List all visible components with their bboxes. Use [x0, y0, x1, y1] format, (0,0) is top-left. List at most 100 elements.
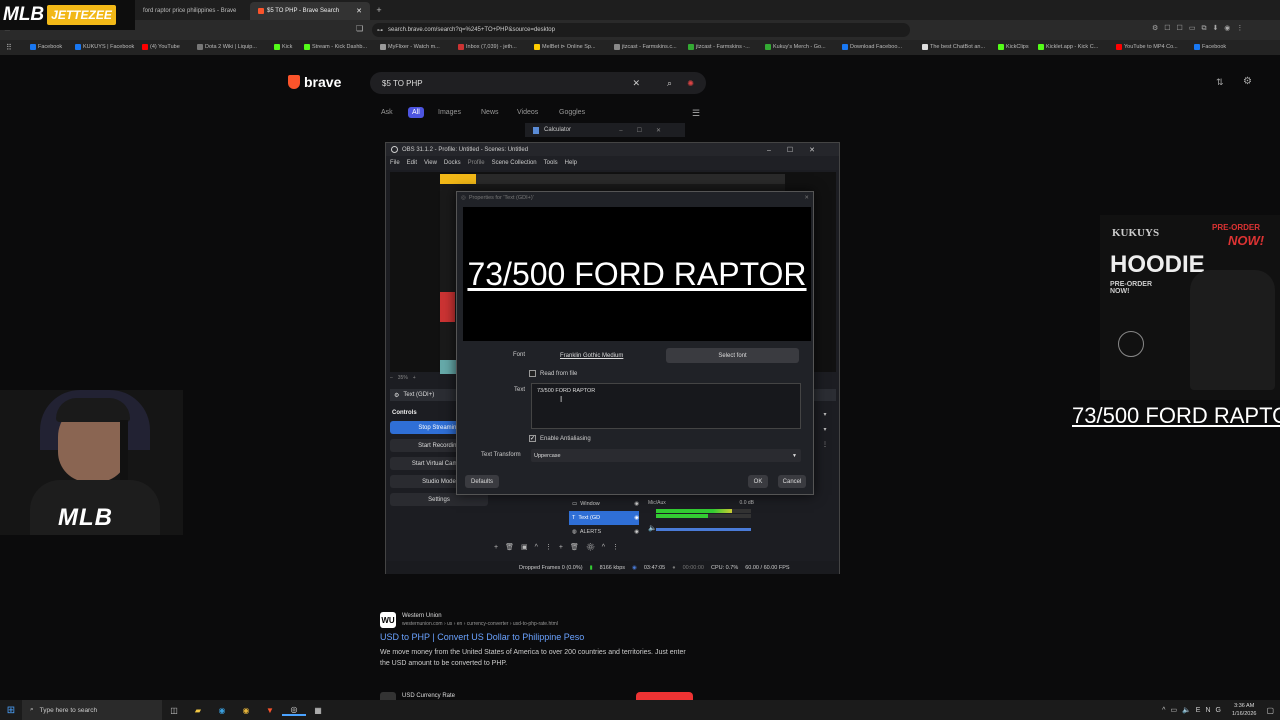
settings-icon[interactable]: ⚙ [1243, 76, 1252, 87]
result-title-link[interactable]: USD to PHP | Convert US Dollar to Philip… [380, 632, 584, 642]
search-query: $5 TO PHP [382, 78, 423, 88]
source-label: ALERTS [579, 529, 602, 535]
chrome-icon[interactable]: ◉ [234, 706, 258, 715]
apps-grid-icon[interactable]: ⠿ [6, 43, 12, 52]
eye-icon[interactable]: ◉ [634, 529, 639, 535]
bookmark-item[interactable]: Dota 2 Wiki | Liquip... [197, 44, 257, 50]
menu-help[interactable]: Help [565, 160, 577, 166]
search-input[interactable]: $5 TO PHP ✕ ⌕ ✺ [370, 72, 706, 94]
nav-images[interactable]: Images [438, 109, 461, 116]
dialog-title-bar[interactable]: ◎ Properties for 'Text (GDI+)' ✕ [457, 192, 813, 204]
close-tab-icon[interactable]: ✕ [356, 7, 362, 15]
antialias-checkbox[interactable]: ✓ Enable Antialiasing [529, 435, 591, 442]
select-font-button[interactable]: Select font [666, 348, 799, 363]
nav-news[interactable]: News [481, 109, 499, 116]
menu-scene-collection[interactable]: Scene Collection [492, 160, 537, 166]
menu-file[interactable]: File [390, 160, 400, 166]
speaker-icon[interactable]: 🔈 [648, 524, 657, 532]
source-item-text[interactable]: T Text (GD ◉ [569, 511, 639, 525]
cancel-button[interactable]: Cancel [778, 475, 806, 488]
text-input[interactable]: 73/500 FORD RAPTOR [531, 383, 801, 429]
zoom-out-icon[interactable]: – [390, 375, 393, 381]
calculator-window-title[interactable]: Calculator –☐✕ [525, 123, 685, 137]
windows-taskbar: ⊞ ⌕ Type here to search ◫ ▰ ◉ ◉ ▼ ◎ ▦ ^▭… [0, 700, 1280, 720]
zoom-in-icon[interactable]: + [413, 375, 416, 381]
calculator-taskbar-icon[interactable]: ▦ [306, 706, 330, 715]
menu-view[interactable]: View [424, 160, 437, 166]
next-result-site[interactable]: USD Currency Rate [402, 693, 455, 699]
zoom-level: 35% [397, 375, 408, 381]
tab-brave-search[interactable]: $5 TO PHP - Brave Search ✕ [250, 2, 370, 20]
obs-window-controls[interactable]: –☐✕ [767, 146, 839, 154]
bookmark-item[interactable]: Facebook [1194, 44, 1226, 50]
menu-docks[interactable]: Docks [444, 160, 461, 166]
record-time: 00:00:00 [682, 564, 704, 571]
bookmark-item[interactable]: Stream - Kick Dashb... [304, 44, 367, 50]
close-dialog-icon[interactable]: ✕ [804, 195, 813, 201]
tab-ford-raptor[interactable]: ford raptor price philippines - Brave [135, 2, 247, 20]
window-controls[interactable]: –☐✕ [619, 127, 685, 134]
tab-label: $5 TO PHP - Brave Search [267, 8, 340, 14]
result-favicon: WU [380, 612, 396, 628]
edge-icon[interactable]: ◉ [210, 706, 234, 715]
explorer-icon[interactable]: ▰ [186, 706, 210, 715]
bookmark-item[interactable]: Download Faceboo... [842, 44, 902, 50]
system-tray-icons[interactable]: ^▭🔈ENG [1162, 706, 1226, 714]
notification-icon[interactable]: ▢ [1266, 706, 1280, 715]
nav-goggles[interactable]: Goggles [559, 109, 585, 116]
bookmark-item[interactable]: MyFlixer - Watch m... [380, 44, 440, 50]
ad-brand: KUKUYS [1112, 227, 1160, 239]
text-transform-select[interactable]: Uppercase ▼ [531, 449, 801, 462]
source-item-alerts[interactable]: ◍ ALERTS ◉ [569, 525, 639, 539]
nav-ask[interactable]: Ask [381, 109, 393, 116]
menu-edit[interactable]: Edit [407, 160, 417, 166]
bookmark-item[interactable]: Kukuy's Merch - Go... [765, 44, 826, 50]
bookmark-item[interactable]: Inbox (7,039) - jeth... [458, 44, 517, 50]
brave-taskbar-icon[interactable]: ▼ [258, 706, 282, 715]
result-site-name[interactable]: Western Union [402, 613, 442, 619]
bookmark-item[interactable]: YouTube to MP4 Co... [1116, 44, 1178, 50]
site-info-icon: ⊶ [377, 27, 383, 34]
source-item-window[interactable]: ▭ Window ◉ [569, 497, 639, 511]
menu-tools[interactable]: Tools [544, 160, 558, 166]
gear-icon[interactable]: ⚙ [394, 392, 399, 399]
bookmark-label: (4) YouTube [150, 44, 180, 50]
clear-search-icon[interactable]: ✕ [632, 78, 640, 89]
nav-all[interactable]: All [408, 107, 424, 118]
ok-button[interactable]: OK [748, 475, 768, 488]
bookmark-item[interactable]: jtzcast - Farmskins.c... [614, 44, 677, 50]
bookmark-icon[interactable]: ❏ [356, 24, 363, 33]
bookmark-item[interactable]: The best ChatBot an... [922, 44, 985, 50]
filter-icon[interactable]: ☰ [692, 108, 700, 119]
volume-slider[interactable] [656, 528, 751, 531]
bookmark-item[interactable]: Kick [274, 44, 292, 50]
bookmark-item[interactable]: Facebook [30, 44, 62, 50]
bookmark-item[interactable]: MelBet ⊳ Online Sp... [534, 44, 596, 50]
new-tab-icon[interactable]: + [374, 5, 384, 15]
brave-logo[interactable]: brave [288, 74, 341, 90]
obs-taskbar-icon[interactable]: ◎ [282, 705, 306, 716]
bookmark-item[interactable]: jtzcast - Farmskins -... [688, 44, 750, 50]
eye-icon[interactable]: ◉ [634, 515, 639, 521]
sources-toolbar[interactable]: +🗑▣^⋮+🗑⚙^⋮ [494, 543, 626, 551]
nav-videos[interactable]: Videos [517, 109, 538, 116]
windows-start-icon[interactable]: ⊞ [0, 705, 22, 716]
url-field[interactable]: ⊶ search.brave.com/search?q=%245+TO+PHP&… [372, 23, 910, 37]
taskbar-search[interactable]: ⌕ Type here to search [22, 700, 162, 720]
bookmark-item[interactable]: (4) YouTube [142, 44, 180, 50]
logo-mlb: MLB [3, 4, 45, 25]
search-icon[interactable]: ⌕ [667, 78, 672, 89]
eye-icon[interactable]: ◉ [634, 501, 639, 507]
clock[interactable]: 3:36 AM 1/16/2026 [1226, 702, 1266, 718]
defaults-button[interactable]: Defaults [465, 475, 499, 488]
taskview-icon[interactable]: ◫ [162, 706, 186, 715]
bookmark-item[interactable]: Kicklet.app - Kick C... [1038, 44, 1098, 50]
extensions-icons[interactable]: ⚙☐☐▭⧉⬇◉⋮ [1152, 24, 1249, 33]
customize-icon[interactable]: ⇅ [1216, 77, 1224, 88]
read-from-file-checkbox[interactable]: Read from file [529, 370, 577, 377]
bookmark-item[interactable]: KickClips [998, 44, 1029, 50]
obs-title-bar[interactable]: OBS 31.1.2 - Profile: Untitled - Scenes:… [386, 143, 839, 156]
leo-ai-icon[interactable]: ✺ [687, 79, 694, 88]
bookmark-item[interactable]: KUKUYS | Facebook [75, 44, 134, 50]
menu-profile[interactable]: Profile [468, 160, 485, 166]
